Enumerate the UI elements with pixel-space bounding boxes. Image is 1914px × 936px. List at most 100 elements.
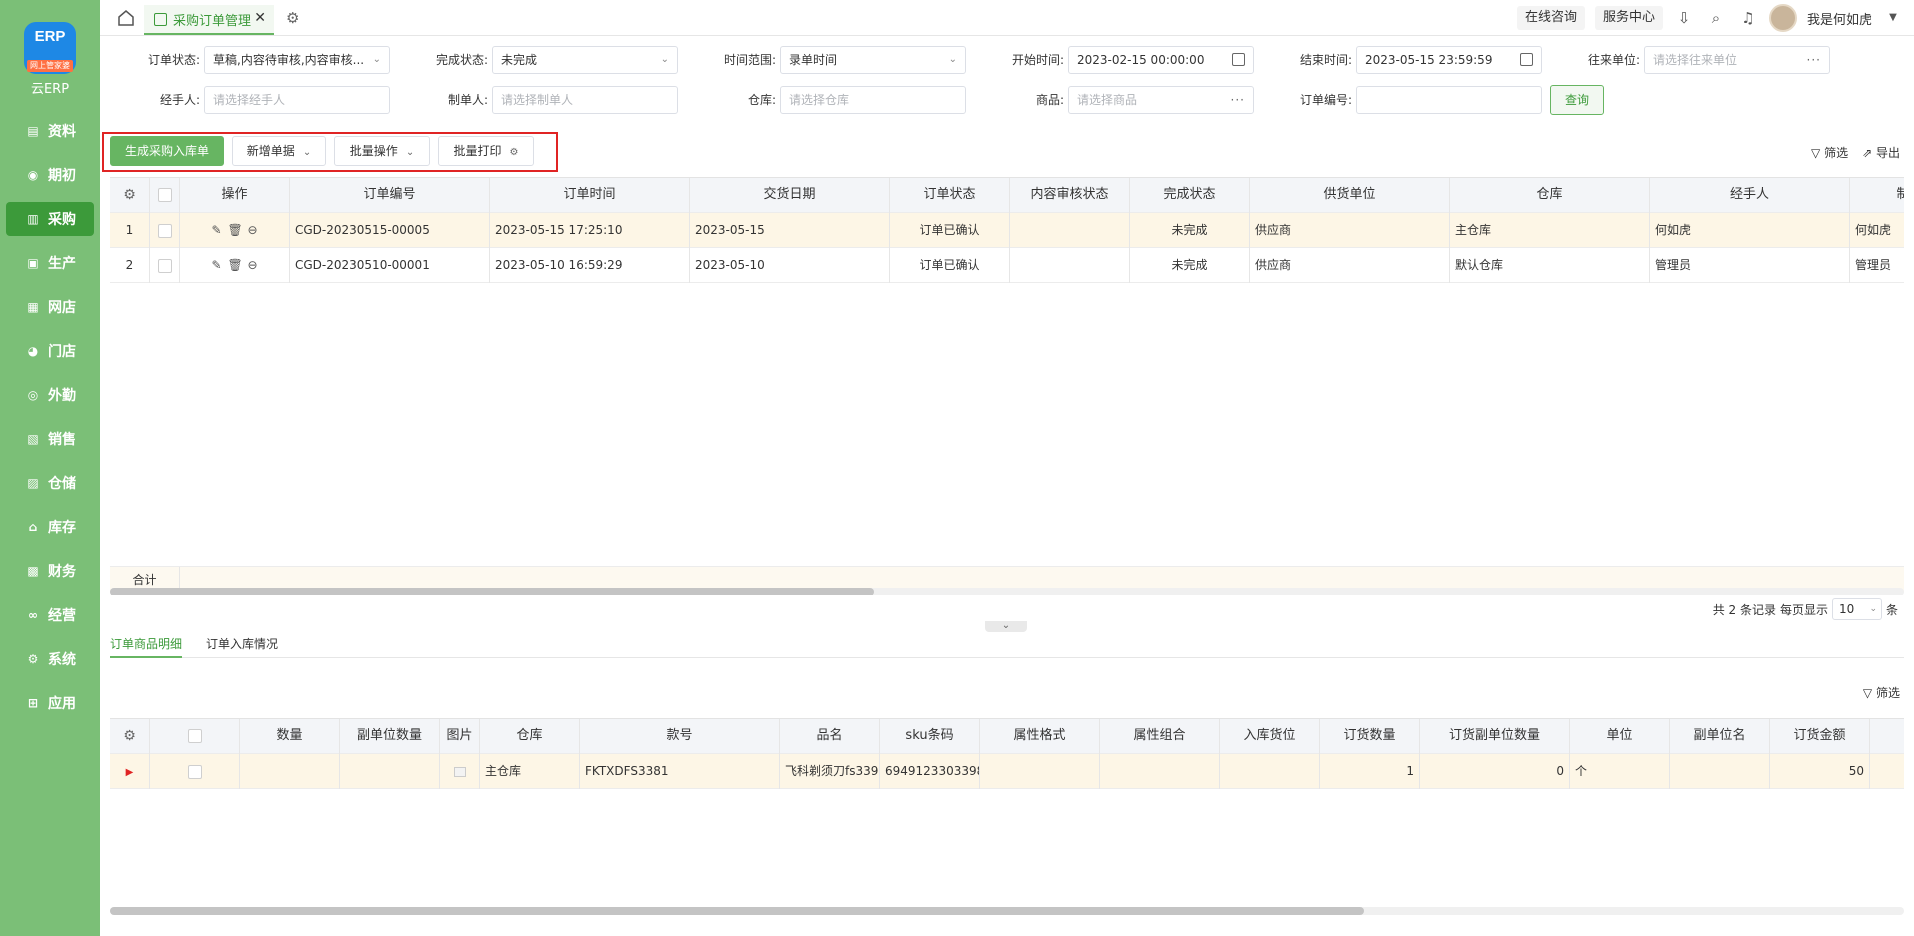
sidebar-item-storage[interactable]: ▨ 仓储 [6,466,94,500]
col-header[interactable]: 属性组合 [1100,719,1220,754]
completion-select[interactable]: 未完成 ⌄ [492,46,678,74]
delete-icon[interactable]: 🗑 [228,213,243,247]
column-settings-icon[interactable]: ⚙ [110,719,150,754]
partner-input[interactable]: 请选择往来单位 ··· [1644,46,1830,74]
home-icon[interactable] [116,8,136,28]
col-header[interactable]: 订货副单位数量 [1420,719,1570,754]
order-no-cell[interactable]: CGD-20230515-00005 [290,213,490,248]
edit-icon[interactable]: ✎ [210,248,224,282]
horizontal-scrollbar[interactable] [110,907,1904,915]
col-header[interactable]: 数量 [240,719,340,754]
sidebar-item-data[interactable]: ▤ 资料 [6,114,94,148]
sidebar-item-field[interactable]: ◎ 外勤 [6,378,94,412]
sidebar-item-purchase[interactable]: ▥ 采购 [6,202,94,236]
col-header[interactable]: 款号 [580,719,780,754]
maker-input[interactable]: 请选择制单人 [492,86,678,114]
order-no-input[interactable] [1356,86,1542,114]
col-header[interactable]: 副单位数量 [340,719,440,754]
handler-input[interactable]: 请选择经手人 [204,86,390,114]
per-page-select[interactable]: 10 ⌄ [1831,598,1882,620]
column-settings-icon[interactable]: ⚙ [110,178,150,213]
col-header[interactable]: 操作 [180,178,290,213]
col-header[interactable]: 订单编号 [290,178,490,213]
time-range-select[interactable]: 录单时间 ⌄ [780,46,966,74]
row-checkbox[interactable] [150,213,180,248]
end-time-input[interactable]: 2023-05-15 23:59:59 [1356,46,1542,74]
tab-settings-icon[interactable]: ⚙ [286,9,304,27]
sidebar-item-production[interactable]: ▣ 生产 [6,246,94,280]
close-icon[interactable]: ✕ [254,10,266,26]
avatar[interactable] [1768,4,1797,32]
tab-inbound-status[interactable]: 订单入库情况 [206,632,278,658]
sub-qty-cell[interactable] [340,754,440,789]
warehouse-input[interactable]: 请选择仓库 [780,86,966,114]
col-header[interactable]: sku条码 [880,719,980,754]
col-header[interactable]: 完成状态 [1130,178,1250,213]
export-button[interactable]: ⇗ 导出 [1862,144,1900,161]
col-header[interactable]: 供货单位 [1250,178,1450,213]
col-header[interactable]: 内容审核状态 [1010,178,1130,213]
col-header[interactable]: 交货日期 [690,178,890,213]
sidebar-item-system[interactable]: ⚙ 系统 [6,642,94,676]
sidebar-item-apps[interactable]: ⊞ 应用 [6,686,94,720]
table-row[interactable]: 2 ✎ 🗑 ⊖ CGD-20230510-00001 2023-05-10 16:5… [110,248,1904,283]
col-header[interactable]: 订货金额 [1770,719,1870,754]
col-header[interactable]: 品名 [780,719,880,754]
table-row[interactable]: ▶ 主仓库 FKTXDFS3381 飞科剃须刀fs339 69491233033… [110,754,1904,789]
delete-icon[interactable]: 🗑 [228,248,243,282]
gear-icon[interactable]: ⚙ [510,147,519,158]
col-header[interactable]: 订单时间 [490,178,690,213]
sidebar-item-business[interactable]: ∞ 经营 [6,598,94,632]
filter-button[interactable]: ▽ 筛选 [1811,144,1848,161]
sidebar-item-store[interactable]: ◕ 门店 [6,334,94,368]
download-icon[interactable]: ⇩ [1673,7,1695,29]
col-header[interactable]: 仓库 [480,719,580,754]
col-header[interactable]: 入库货位 [1220,719,1320,754]
select-all-checkbox[interactable] [150,178,180,213]
search-icon[interactable]: ⌕ [1705,7,1727,29]
col-header[interactable]: 已 [1870,719,1904,754]
sidebar-item-inventory[interactable]: ⌂ 库存 [6,510,94,544]
new-document-button[interactable]: 新增单据 ⌄ [232,136,326,166]
table-row[interactable]: 1 ✎ 🗑 ⊖ CGD-20230515-00005 2023-05-15 17:2… [110,213,1904,248]
tab-order-items[interactable]: 订单商品明细 [110,632,183,658]
order-no-cell[interactable]: CGD-20230510-00001 [290,248,490,283]
start-time-input[interactable]: 2023-02-15 00:00:00 [1068,46,1254,74]
col-header[interactable]: 经手人 [1650,178,1850,213]
tab-purchase-orders[interactable]: 采购订单管理 ✕ [144,5,274,35]
bell-icon[interactable]: ♫ [1737,7,1759,29]
sidebar-item-sales[interactable]: ▧ 销售 [6,422,94,456]
row-checkbox[interactable] [150,754,240,789]
product-input[interactable]: 请选择商品 ··· [1068,86,1254,114]
batch-operation-button[interactable]: 批量操作 ⌄ [334,136,430,166]
col-header[interactable]: 属性格式 [980,719,1100,754]
app-logo[interactable]: ERP 网上管家婆 [24,22,76,74]
sidebar-item-finance[interactable]: ▩ 财务 [6,554,94,588]
select-all-checkbox[interactable] [150,719,240,754]
scrollbar-thumb[interactable] [110,588,874,595]
sidebar-item-eshop[interactable]: ▦ 网店 [6,290,94,324]
col-header[interactable]: 图片 [440,719,480,754]
batch-print-button[interactable]: 批量打印 ⚙ [438,136,534,166]
col-header[interactable]: 订单状态 [890,178,1010,213]
col-header[interactable]: 订货数量 [1320,719,1420,754]
scrollbar-thumb[interactable] [110,907,1364,915]
generate-inbound-button[interactable]: 生成采购入库单 [110,136,224,166]
col-header[interactable]: 仓库 [1450,178,1650,213]
col-header[interactable]: 副单位名 [1670,719,1770,754]
service-center-button[interactable]: 服务中心 [1594,6,1663,30]
sidebar-item-opening[interactable]: ◉ 期初 [6,158,94,192]
query-button[interactable]: 查询 [1550,85,1604,115]
order-status-select[interactable]: 草稿,内容待审核,内容审核... ⌄ [204,46,390,74]
more-circle-icon[interactable]: ⊖ [246,248,260,282]
col-header[interactable]: 单位 [1570,719,1670,754]
user-name[interactable]: 我是何如虎 [1807,9,1872,28]
qty-cell[interactable] [240,754,340,789]
more-circle-icon[interactable]: ⊖ [246,213,260,247]
row-checkbox[interactable] [150,248,180,283]
horizontal-scrollbar[interactable] [110,588,1904,595]
online-consult-button[interactable]: 在线咨询 [1516,6,1585,30]
edit-icon[interactable]: ✎ [210,213,224,247]
chevron-down-icon[interactable]: ▼ [1882,7,1904,29]
col-header[interactable]: 制单 [1850,178,1904,213]
